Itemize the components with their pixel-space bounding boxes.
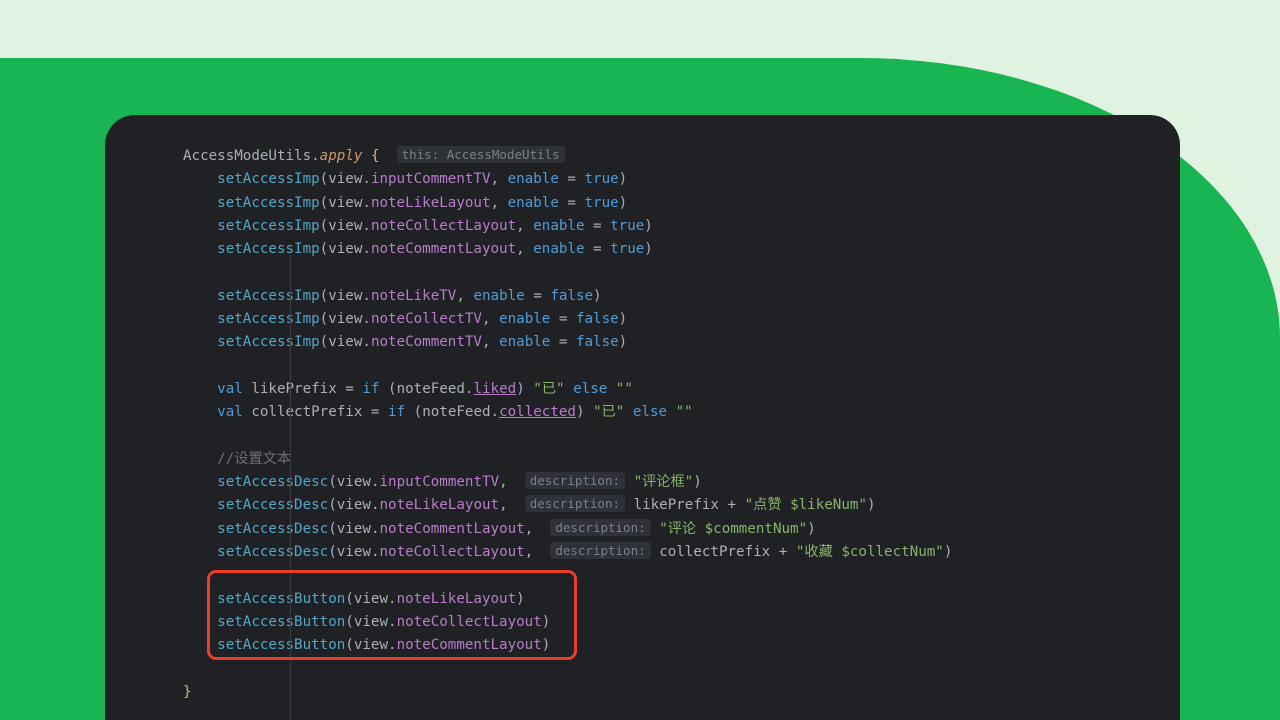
- fn-call: setAccessImp: [217, 171, 320, 187]
- comment: //设置文本: [217, 451, 291, 467]
- inlay-hint-this: this: AccessModeUtils: [397, 146, 565, 163]
- class-name: AccessModeUtils: [183, 148, 311, 164]
- highlight-rectangle: [207, 570, 577, 660]
- inlay-hint-description: description:: [525, 472, 625, 489]
- apply-call: apply: [320, 148, 363, 164]
